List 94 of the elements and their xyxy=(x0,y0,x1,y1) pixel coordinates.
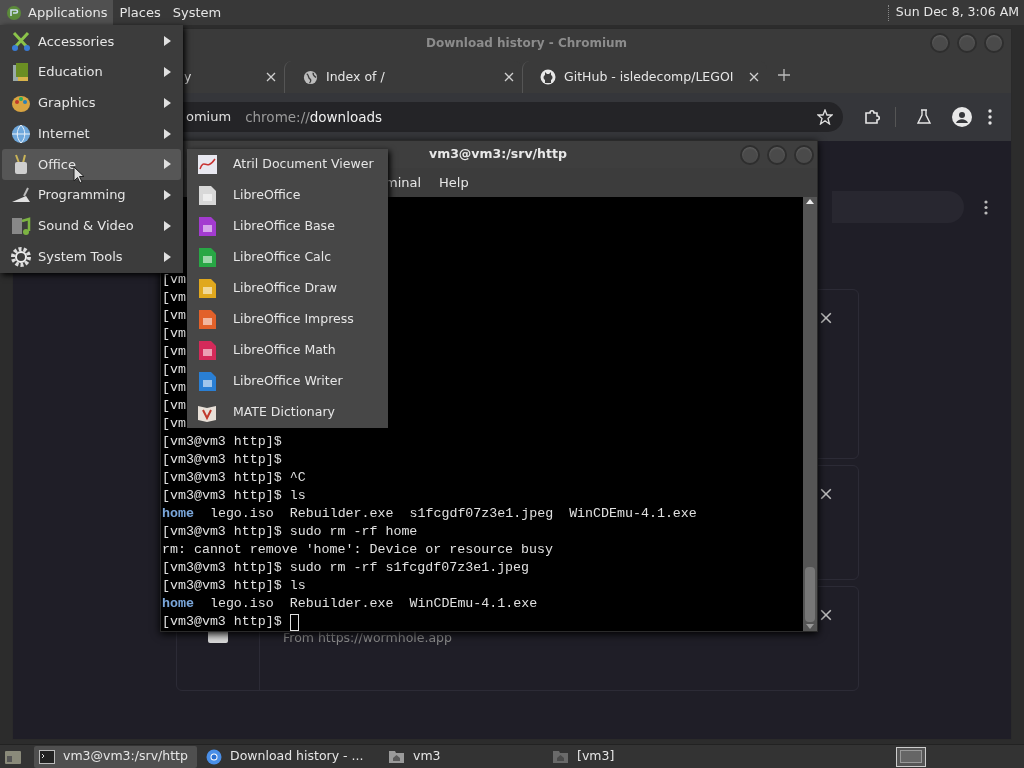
taskbar-button[interactable]: vm3 xyxy=(383,745,543,768)
puzzle-icon[interactable] xyxy=(863,108,881,126)
file-name: Rebuilder.exe xyxy=(289,595,394,613)
menu-item[interactable]: LibreOffice Writer xyxy=(187,366,388,397)
file-name: Rebuilder.exe xyxy=(289,505,394,523)
menu-item[interactable]: System Tools xyxy=(2,241,181,272)
terminal-line: [vm xyxy=(162,397,186,415)
globe-icon xyxy=(10,122,32,145)
more-options-icon[interactable] xyxy=(984,199,988,215)
url-text: chrome://downloads xyxy=(245,107,384,127)
file-name: lego.iso xyxy=(209,595,274,613)
download-source: From https://wormhole.app xyxy=(283,629,453,647)
terminal-line: [vm3@vm3 http]$ xyxy=(162,433,282,451)
menu-item[interactable]: Programming xyxy=(2,179,181,211)
show-desktop-icon[interactable] xyxy=(4,748,22,765)
directory-name: home xyxy=(162,595,194,613)
menu-item[interactable]: LibreOffice Base xyxy=(187,211,388,242)
terminal-line: [vm xyxy=(162,361,186,379)
terminal-line: [vm xyxy=(162,271,186,289)
menu-icon[interactable] xyxy=(988,109,992,125)
terminal-line: [vm3@vm3 http]$ xyxy=(162,451,282,469)
panel-menu[interactable]: Applications xyxy=(0,0,114,25)
menu-item[interactable]: LibreOffice Draw xyxy=(187,273,388,304)
document-viewer-icon xyxy=(197,154,218,175)
terminal-line: [vm3@vm3 http]$ ls xyxy=(162,487,306,505)
new-tab-icon[interactable] xyxy=(778,69,790,81)
terminal-line: [vm xyxy=(162,307,186,325)
file-name: WinCDEmu-4.1.exe xyxy=(569,505,697,523)
taskbar-button[interactable]: vm3@vm3:/srv/http xyxy=(34,745,197,768)
clock[interactable]: Sun Dec 8, 3:06 AM xyxy=(895,3,1019,22)
folder-icon xyxy=(552,749,569,764)
submenu-arrow-icon xyxy=(164,159,171,170)
scrollbar[interactable] xyxy=(803,197,817,631)
close-icon[interactable] xyxy=(504,72,514,82)
directory-name: home xyxy=(162,505,194,523)
mate-logo-icon xyxy=(6,4,22,21)
folder-icon xyxy=(388,749,405,764)
file-name: WinCDEmu-4.1.exe xyxy=(409,595,538,613)
terminal-line: [vm xyxy=(162,289,186,307)
file-name: s1fcgdf07z3e1.jpeg xyxy=(409,505,554,523)
panel-menu[interactable]: Places xyxy=(113,0,167,25)
scroll-up-icon[interactable] xyxy=(806,199,814,204)
text-cursor xyxy=(289,613,299,631)
remove-icon[interactable] xyxy=(820,609,832,621)
terminal-line: [vm3@vm3 http]$ sudo rm -rf s1fcgdf07z3e1.jpeg xyxy=(162,559,530,577)
panel-menu[interactable]: System xyxy=(166,0,228,25)
scissors-icon xyxy=(10,30,32,53)
taskbar-button[interactable]: [vm3] xyxy=(547,745,717,768)
menu-item[interactable]: LibreOffice Impress xyxy=(187,304,388,335)
window-title: vm3@vm3:/srv/http xyxy=(429,145,567,164)
terminal-line: [vm xyxy=(162,415,186,433)
submenu-arrow-icon xyxy=(164,97,171,108)
submenu-arrow-icon xyxy=(164,220,171,231)
submenu-arrow-icon xyxy=(164,36,171,47)
menu-item[interactable]: Sound & Video xyxy=(2,210,181,242)
taskbar-button[interactable]: Download history - ... xyxy=(201,745,379,768)
star-icon[interactable] xyxy=(817,109,833,125)
submenu-arrow-icon xyxy=(164,251,171,262)
submenu-arrow-icon xyxy=(164,67,171,78)
file-name: lego.iso xyxy=(209,505,274,523)
close-icon[interactable] xyxy=(266,72,276,82)
terminal-line: [vm xyxy=(162,379,186,397)
menu-item[interactable]: Accessories xyxy=(2,26,181,57)
site-chip[interactable]: omium xyxy=(186,107,232,127)
globe-icon xyxy=(303,69,318,85)
terminal-line: [vm3@vm3 http]$ sudo rm -rf home xyxy=(162,523,418,541)
workspace-switcher[interactable] xyxy=(896,746,926,767)
menu-item[interactable]: Help xyxy=(439,172,469,193)
menu-item[interactable]: LibreOffice xyxy=(187,180,388,211)
profile-icon[interactable] xyxy=(952,107,972,127)
menu-item[interactable]: LibreOffice Calc xyxy=(187,242,388,273)
terminal-line: rm: cannot remove 'home': Device or resource busy xyxy=(162,541,553,559)
menu-item[interactable]: Atril Document Viewer xyxy=(187,149,388,180)
scrollbar-thumb[interactable] xyxy=(805,567,815,622)
terminal-line: [vm3@vm3 http]$ ls xyxy=(162,577,306,595)
window-title: Download history - Chromium xyxy=(426,35,628,52)
remove-icon[interactable] xyxy=(820,488,832,500)
submenu-arrow-icon xyxy=(164,128,171,139)
menu-item[interactable]: LibreOffice Math xyxy=(187,335,388,366)
gear-icon xyxy=(10,245,32,268)
flask-icon[interactable] xyxy=(916,109,932,125)
remove-icon[interactable] xyxy=(820,312,832,324)
menu-item[interactable]: Office xyxy=(2,149,181,180)
menu-item[interactable]: MATE Dictionary xyxy=(187,397,388,428)
terminal-icon xyxy=(39,749,55,764)
scroll-down-icon[interactable] xyxy=(806,624,814,629)
terminal-line: [vm xyxy=(162,325,186,343)
terminal-line: [vm xyxy=(162,343,186,361)
chromium-icon xyxy=(206,748,222,765)
terminal-line: [vm3@vm3 http]$ ^C xyxy=(162,469,306,487)
terminal-prompt: [vm3@vm3 http]$ xyxy=(162,613,283,631)
github-icon xyxy=(540,69,556,85)
close-icon[interactable] xyxy=(749,72,759,82)
submenu-arrow-icon xyxy=(164,190,171,201)
